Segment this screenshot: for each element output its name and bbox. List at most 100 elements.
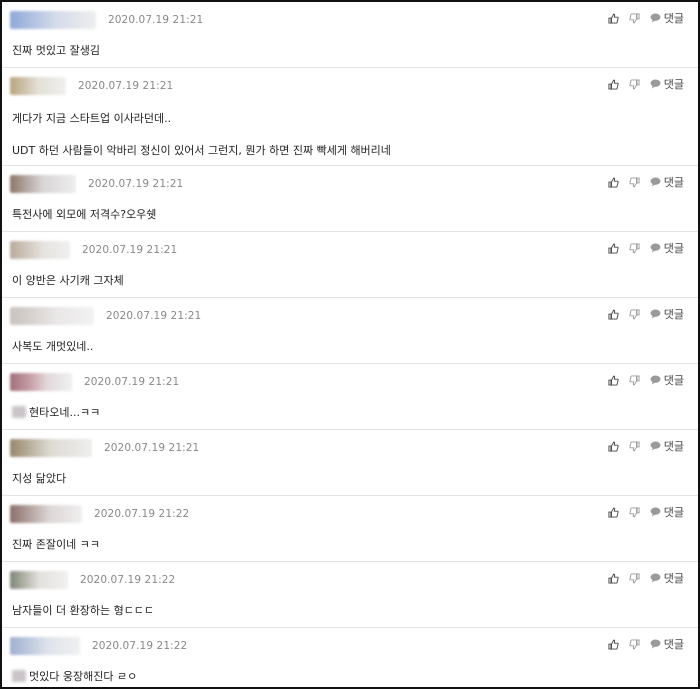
like-button[interactable] xyxy=(608,573,619,584)
comment-actions: 댓글 xyxy=(608,306,684,322)
speech-bubble-icon xyxy=(650,507,661,517)
comment-meta: 2020.07.19 21:22 xyxy=(10,634,187,658)
like-button[interactable] xyxy=(608,177,619,188)
redacted-blur xyxy=(12,406,26,418)
thumbs-down-icon xyxy=(629,374,640,385)
thumbs-up-icon xyxy=(608,79,619,90)
avatar xyxy=(10,241,70,259)
comment-meta: 2020.07.19 21:21 xyxy=(10,436,199,460)
comment-item: 2020.07.19 21:21 댓글 사복도 개멋있네.. xyxy=(2,298,698,364)
reply-button[interactable]: 댓글 xyxy=(650,504,684,520)
speech-bubble-icon xyxy=(650,573,661,583)
thumbs-up-icon xyxy=(608,441,619,452)
comment-text: 진짜 존잘이네 ㅋㅋ xyxy=(12,538,100,551)
like-button[interactable] xyxy=(608,507,619,518)
comment-date: 2020.07.19 21:21 xyxy=(106,310,202,322)
like-button[interactable] xyxy=(608,243,619,254)
like-button[interactable] xyxy=(608,441,619,452)
thumbs-up-icon xyxy=(608,309,619,320)
thumbs-up-icon xyxy=(608,177,619,188)
comment-date: 2020.07.19 21:21 xyxy=(82,244,178,256)
dislike-button[interactable] xyxy=(629,572,640,584)
comment-actions: 댓글 xyxy=(608,372,684,388)
thumbs-up-icon xyxy=(608,639,619,650)
speech-bubble-icon xyxy=(650,309,661,319)
comment-item: 2020.07.19 21:21 댓글 진짜 멋있고 잘생김 xyxy=(2,2,698,68)
comment-panel: 2020.07.19 21:21 댓글 진짜 멋있고 잘생김 2020.07.1… xyxy=(0,0,700,689)
comment-date: 2020.07.19 21:21 xyxy=(108,14,204,26)
like-button[interactable] xyxy=(608,13,619,24)
like-button[interactable] xyxy=(608,639,619,650)
reply-label: 댓글 xyxy=(663,12,684,25)
speech-bubble-icon xyxy=(650,441,661,451)
dislike-button[interactable] xyxy=(629,308,640,320)
like-button[interactable] xyxy=(608,79,619,90)
comment-text: 진짜 멋있고 잘생김 xyxy=(12,44,100,57)
thumbs-down-icon xyxy=(629,638,640,649)
speech-bubble-icon xyxy=(650,243,661,253)
comment-meta: 2020.07.19 21:21 xyxy=(10,370,179,394)
avatar xyxy=(10,637,80,655)
comment-meta: 2020.07.19 21:22 xyxy=(10,568,175,592)
dislike-button[interactable] xyxy=(629,440,640,452)
speech-bubble-icon xyxy=(650,375,661,385)
comment-date: 2020.07.19 21:22 xyxy=(94,508,190,520)
comment-actions: 댓글 xyxy=(608,10,684,26)
comment-text: 남자들이 더 환장하는 형ㄷㄷㄷ xyxy=(12,604,155,617)
speech-bubble-icon xyxy=(650,639,661,649)
reply-label: 댓글 xyxy=(663,374,684,387)
comment-text: 이 양반은 사기캐 그자체 xyxy=(12,274,124,287)
reply-button[interactable]: 댓글 xyxy=(650,636,684,652)
comment-item: 2020.07.19 21:21 댓글 현타오네...ㅋㅋ xyxy=(2,364,698,430)
comment-meta: 2020.07.19 21:21 xyxy=(10,172,183,196)
redacted-blur xyxy=(12,670,26,682)
reply-button[interactable]: 댓글 xyxy=(650,240,684,256)
reply-label: 댓글 xyxy=(663,78,684,91)
comment-actions: 댓글 xyxy=(608,76,684,92)
reply-label: 댓글 xyxy=(663,308,684,321)
comment-text: 특전사에 외모에 저격수?오우쉣 xyxy=(12,208,157,221)
thumbs-up-icon xyxy=(608,243,619,254)
reply-button[interactable]: 댓글 xyxy=(650,570,684,586)
reply-button[interactable]: 댓글 xyxy=(650,174,684,190)
speech-bubble-icon xyxy=(650,79,661,89)
comment-meta: 2020.07.19 21:21 xyxy=(10,238,177,262)
dislike-button[interactable] xyxy=(629,78,640,90)
comment-text: 게다가 지금 스타트업 이사라던데.. xyxy=(12,112,172,125)
reply-button[interactable]: 댓글 xyxy=(650,438,684,454)
comment-date: 2020.07.19 21:21 xyxy=(104,442,200,454)
comment-date: 2020.07.19 21:21 xyxy=(88,178,184,190)
comment-item: 2020.07.19 21:21 댓글 게다가 지금 스타트업 이사라던데.. … xyxy=(2,68,698,166)
avatar xyxy=(10,77,66,95)
dislike-button[interactable] xyxy=(629,12,640,24)
comment-list: 2020.07.19 21:21 댓글 진짜 멋있고 잘생김 2020.07.1… xyxy=(2,2,698,687)
avatar xyxy=(10,505,82,523)
dislike-button[interactable] xyxy=(629,176,640,188)
like-button[interactable] xyxy=(608,375,619,386)
comment-meta: 2020.07.19 21:21 xyxy=(10,304,201,328)
reply-label: 댓글 xyxy=(663,638,684,651)
reply-label: 댓글 xyxy=(663,506,684,519)
comment-actions: 댓글 xyxy=(608,174,684,190)
dislike-button[interactable] xyxy=(629,506,640,518)
reply-button[interactable]: 댓글 xyxy=(650,306,684,322)
speech-bubble-icon xyxy=(650,177,661,187)
reply-button[interactable]: 댓글 xyxy=(650,76,684,92)
dislike-button[interactable] xyxy=(629,242,640,254)
avatar xyxy=(10,175,76,193)
reply-button[interactable]: 댓글 xyxy=(650,10,684,26)
thumbs-down-icon xyxy=(629,242,640,253)
comment-actions: 댓글 xyxy=(608,636,684,652)
comment-date: 2020.07.19 21:22 xyxy=(80,574,176,586)
comment-text: 멋있다 웅장해진다 ㄹㅇ xyxy=(29,670,138,683)
dislike-button[interactable] xyxy=(629,638,640,650)
comment-item: 2020.07.19 21:21 댓글 이 양반은 사기캐 그자체 xyxy=(2,232,698,298)
comment-text: 현타오네...ㅋㅋ xyxy=(29,406,101,419)
thumbs-up-icon xyxy=(608,375,619,386)
like-button[interactable] xyxy=(608,309,619,320)
dislike-button[interactable] xyxy=(629,374,640,386)
reply-label: 댓글 xyxy=(663,176,684,189)
comment-item: 2020.07.19 21:21 댓글 특전사에 외모에 저격수?오우쉣 xyxy=(2,166,698,232)
reply-button[interactable]: 댓글 xyxy=(650,372,684,388)
comment-actions: 댓글 xyxy=(608,504,684,520)
